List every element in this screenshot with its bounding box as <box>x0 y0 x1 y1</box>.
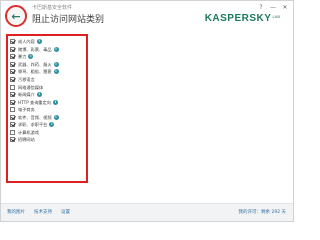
category-label: 暴力 <box>18 54 27 60</box>
footer-bar: 我的图片 技术支持 设置 我的许可：剩余 292 天 <box>1 203 293 221</box>
brand-badge: LAB <box>272 14 280 19</box>
category-item[interactable]: 电子商务 <box>10 106 86 114</box>
category-item[interactable]: 招聘网站 <box>10 136 86 144</box>
brand-name: KASPERSKY <box>204 13 272 24</box>
info-icon[interactable]: i <box>53 114 59 120</box>
back-arrow-icon[interactable]: ← <box>5 5 27 27</box>
category-checkbox[interactable] <box>10 46 15 52</box>
brand-logo: KASPERSKY LAB <box>205 14 280 24</box>
category-label: 招聘网站 <box>18 137 35 143</box>
footer-links: 我的图片 技术支持 设置 <box>7 209 70 215</box>
minimize-icon[interactable]: — <box>269 3 277 11</box>
info-icon[interactable]: i <box>53 46 59 52</box>
category-checkbox[interactable] <box>10 61 15 67</box>
category-checkbox[interactable] <box>10 99 15 105</box>
category-item[interactable]: 成人内容 i <box>10 38 86 46</box>
category-checkbox[interactable] <box>10 107 15 113</box>
category-item[interactable]: 软件、音频、视频 i <box>10 113 86 121</box>
category-label: 网络通信媒体 <box>18 84 44 90</box>
category-item[interactable]: 求职、求职平台 i <box>10 121 86 129</box>
category-item[interactable]: HTTP 查询重定向 i <box>10 98 86 106</box>
category-label: 赌博、彩票、毒品 <box>18 46 52 52</box>
category-item[interactable]: 辱骂、粗俗、猥亵 i <box>10 68 86 76</box>
info-icon[interactable]: i <box>53 69 59 75</box>
category-item[interactable]: 武器、炸药、烟火 i <box>10 61 86 69</box>
close-icon[interactable]: ✕ <box>281 3 289 11</box>
category-label: 软件、音频、视频 <box>18 114 52 120</box>
category-item[interactable]: 新闻媒介 i <box>10 91 86 99</box>
category-checkbox[interactable] <box>10 114 15 120</box>
app-window: ← 卡巴斯基安全软件 阻止访问网站类别 ? — ✕ KASPERSKY LAB … <box>0 0 294 222</box>
footer-link-settings[interactable]: 设置 <box>61 209 70 215</box>
info-icon[interactable]: i <box>53 61 59 67</box>
help-icon[interactable]: ? <box>257 3 265 11</box>
footer-link-images[interactable]: 我的图片 <box>7 209 25 215</box>
category-item[interactable]: 赌博、彩票、毒品 i <box>10 46 86 54</box>
category-list: 成人内容 i 赌博、彩票、毒品 i 暴力 i 武器、炸药、烟火 i 辱骂、粗俗、猥亵 i 污秽语言网… <box>6 34 88 183</box>
window-header: ← 卡巴斯基安全软件 阻止访问网站类别 ? — ✕ KASPERSKY LAB <box>1 1 293 31</box>
category-item[interactable]: 暴力 i <box>10 53 86 61</box>
license-status[interactable]: 我的许可：剩余 292 天 <box>239 209 286 215</box>
category-item[interactable]: 计算机游戏 <box>10 129 86 137</box>
info-icon[interactable]: i <box>28 54 34 60</box>
category-label: 新闻媒介 <box>18 92 35 98</box>
category-checkbox[interactable] <box>10 39 15 45</box>
category-label: 电子商务 <box>18 107 35 113</box>
footer-link-support[interactable]: 技术支持 <box>34 209 52 215</box>
category-checkbox[interactable] <box>10 54 15 60</box>
info-icon[interactable]: i <box>36 39 42 45</box>
info-icon[interactable]: i <box>53 99 58 105</box>
category-checkbox[interactable] <box>10 92 15 98</box>
category-label: 求职、求职平台 <box>18 122 48 128</box>
category-label: 成人内容 <box>18 39 35 45</box>
window-controls: ? — ✕ <box>257 3 289 11</box>
category-checkbox[interactable] <box>10 129 15 135</box>
info-icon[interactable]: i <box>49 122 55 128</box>
category-label: 计算机游戏 <box>18 129 39 135</box>
category-checkbox[interactable] <box>10 84 15 90</box>
page-title: 阻止访问网站类别 <box>32 15 105 25</box>
category-item[interactable]: 污秽语言 <box>10 76 86 84</box>
category-checkbox[interactable] <box>10 122 15 128</box>
category-checkbox[interactable] <box>10 77 15 82</box>
category-label: 污秽语言 <box>18 77 35 82</box>
app-subtitle: 卡巴斯基安全软件 <box>32 5 73 11</box>
category-item[interactable]: 网络通信媒体 <box>10 83 86 91</box>
category-checkbox[interactable] <box>10 137 15 143</box>
category-label: 武器、炸药、烟火 <box>18 61 52 67</box>
category-label: HTTP 查询重定向 <box>18 99 51 105</box>
main-content: 成人内容 i 赌博、彩票、毒品 i 暴力 i 武器、炸药、烟火 i 辱骂、粗俗、猥亵 i 污秽语言网… <box>1 31 293 203</box>
category-label: 辱骂、粗俗、猥亵 <box>18 69 52 75</box>
info-icon[interactable]: i <box>36 92 42 98</box>
category-checkbox[interactable] <box>10 69 15 75</box>
